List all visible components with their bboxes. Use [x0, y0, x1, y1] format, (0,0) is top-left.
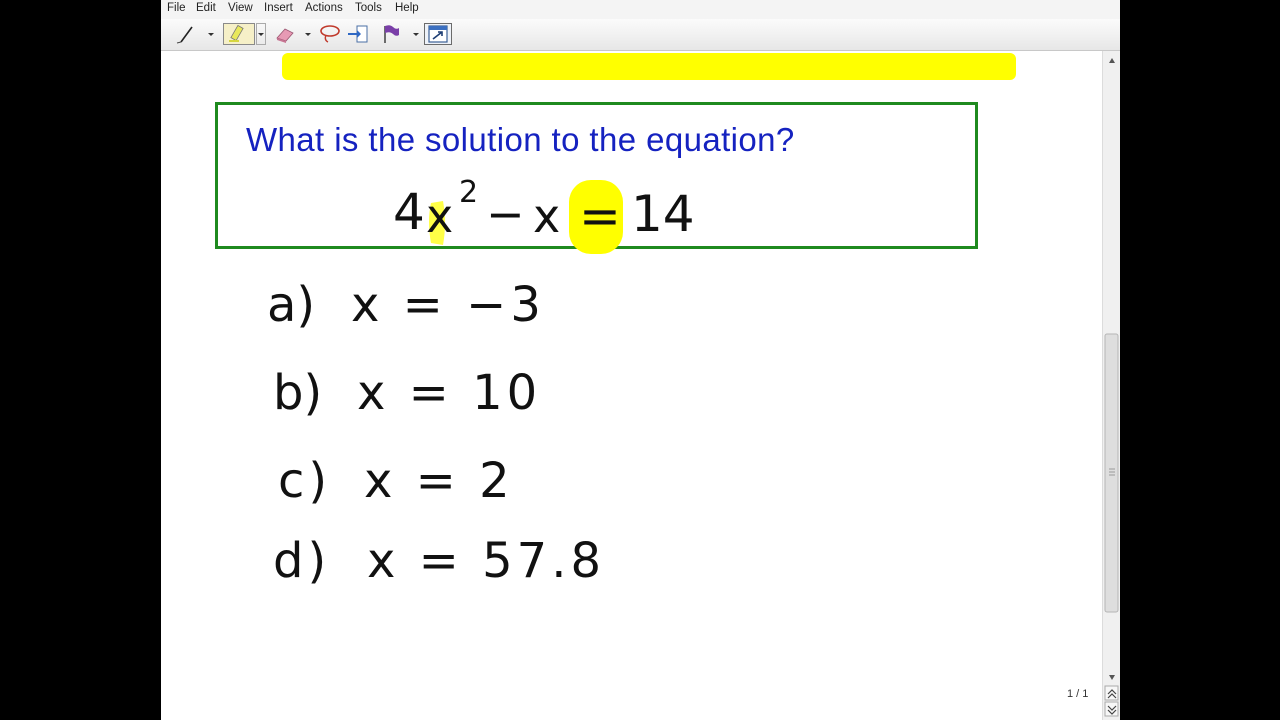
- menu-file[interactable]: File: [167, 2, 186, 14]
- page-indicator: 1 / 1: [1067, 688, 1089, 700]
- chevron-down-icon: [208, 33, 214, 36]
- option-b-letter: b): [273, 365, 323, 421]
- equation-variable-2: x: [533, 189, 561, 243]
- insert-space-button[interactable]: [346, 23, 370, 45]
- menu-actions[interactable]: Actions: [305, 2, 343, 14]
- pen-button[interactable]: [175, 23, 199, 45]
- eraser-dropdown[interactable]: [304, 23, 312, 45]
- pen-dropdown[interactable]: [207, 23, 215, 45]
- eraser-icon: [276, 28, 294, 43]
- scrollbar-graphics: [1104, 58, 1119, 717]
- option-a-value: x = −3: [351, 277, 545, 333]
- chevron-down-icon: [305, 33, 311, 36]
- scroll-down-icon[interactable]: [1109, 675, 1115, 680]
- equation-rhs: 14: [631, 185, 695, 243]
- vertical-scrollbar[interactable]: [1102, 51, 1120, 720]
- menu-view[interactable]: View: [228, 2, 253, 14]
- option-c-letter: c): [278, 453, 332, 509]
- highlight-stroke: [282, 53, 1016, 80]
- flag-icon: [384, 25, 399, 43]
- equation-minus: −: [486, 187, 525, 241]
- flag-dropdown[interactable]: [412, 23, 420, 45]
- highlighter-button[interactable]: [223, 23, 255, 45]
- menu-help[interactable]: Help: [395, 2, 419, 14]
- full-page-button[interactable]: [424, 23, 452, 45]
- highlighter-dropdown[interactable]: [256, 23, 266, 45]
- option-c-value: x = 2: [364, 453, 514, 509]
- equation-exponent: 2: [459, 175, 479, 210]
- scroll-up-icon[interactable]: [1109, 58, 1115, 63]
- highlighter-icon: [229, 24, 244, 42]
- insert-space-icon: [348, 25, 368, 43]
- chevron-down-icon: [413, 33, 419, 36]
- option-b-value: x = 10: [357, 365, 542, 421]
- option-d-value: x = 57.8: [367, 533, 606, 589]
- option-a-letter: a): [267, 277, 316, 333]
- equation-variable: x: [426, 189, 454, 243]
- menu-insert[interactable]: Insert: [264, 2, 293, 14]
- menu-edit[interactable]: Edit: [196, 2, 216, 14]
- full-page-icon: [428, 25, 448, 43]
- equation-equals: =: [579, 187, 621, 245]
- equation-coefficient: 4: [393, 183, 425, 241]
- lasso-button[interactable]: [318, 23, 342, 45]
- pen-icon: [176, 26, 193, 44]
- chevron-down-icon: [258, 33, 264, 36]
- eraser-button[interactable]: [273, 23, 297, 45]
- note-window: File Edit View Insert Actions Tools Help: [161, 0, 1120, 720]
- toolbar: [161, 19, 1120, 51]
- option-d-letter: d): [273, 533, 331, 589]
- menu-bar: File Edit View Insert Actions Tools Help: [161, 0, 1120, 19]
- flag-button[interactable]: [379, 23, 403, 45]
- scroll-thumb[interactable]: [1104, 333, 1119, 613]
- menu-tools[interactable]: Tools: [355, 2, 382, 14]
- question-text: What is the solution to the equation?: [246, 121, 795, 158]
- lasso-icon: [320, 25, 340, 43]
